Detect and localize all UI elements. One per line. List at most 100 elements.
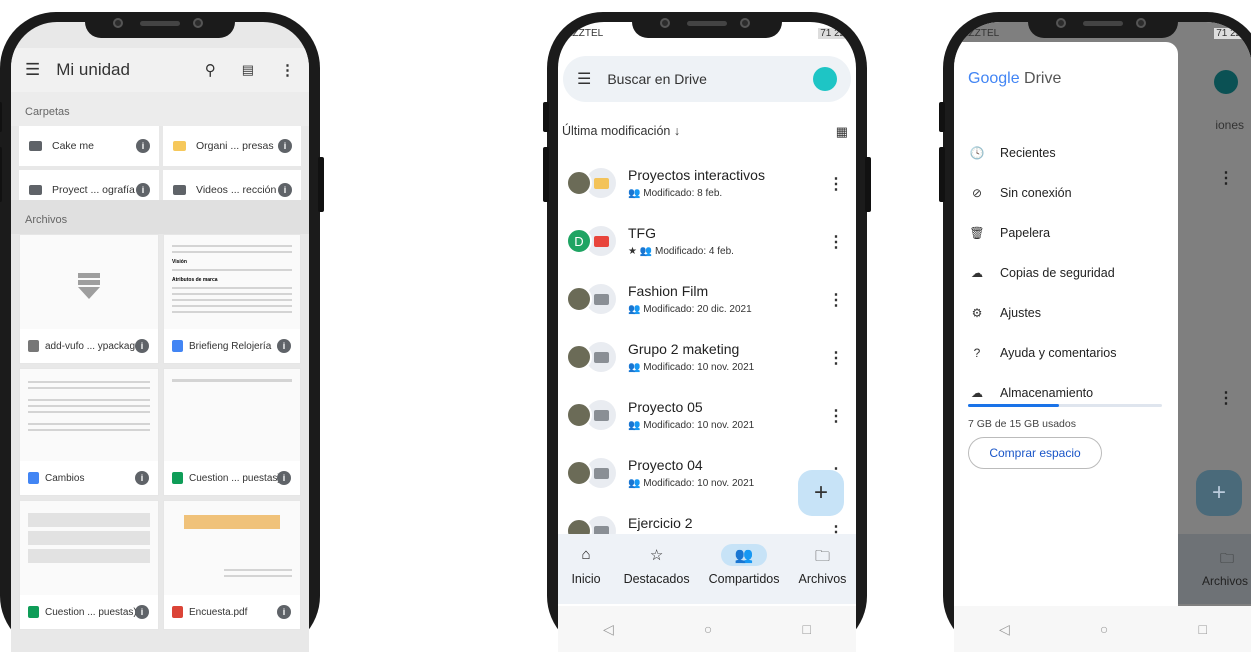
file-card[interactable]: Cambios i	[19, 368, 159, 496]
carrier-label: AZZTEL	[566, 28, 604, 39]
file-list-item[interactable]: Proyectos interactivos 👥 Modificado: 8 fe…	[558, 162, 856, 220]
folder-icon: 🗀	[814, 548, 830, 565]
info-icon[interactable]: i	[277, 471, 291, 485]
file-card[interactable]: Cuestion ... puestas) i	[163, 368, 301, 496]
phone-my-drive: ☰ Mi unidad ⚲ ▤ ⋮ Carpetas Cake me i Orga…	[0, 12, 324, 652]
info-icon[interactable]: i	[278, 183, 292, 197]
file-list-item[interactable]: Fashion Film 👥 Modificado: 20 dic. 2021 ⋮	[558, 278, 856, 336]
info-icon[interactable]: i	[135, 339, 149, 353]
file-card[interactable]: Encuesta.pdf i	[163, 500, 301, 630]
more-vert-icon[interactable]: ⋮	[828, 406, 844, 426]
more-vert-icon[interactable]: ⋮	[828, 348, 844, 368]
drawer-item-settings[interactable]: ⚙ Ajustes	[968, 306, 1041, 320]
item-name: Fashion Film	[628, 283, 709, 299]
info-icon[interactable]: i	[136, 183, 150, 197]
list-view-icon[interactable]: ▤	[242, 62, 254, 78]
system-nav: ◁ ○ □	[954, 606, 1251, 652]
item-modified: Modificado: 10 nov. 2021	[643, 362, 755, 373]
home-circle-icon[interactable]: ○	[1100, 621, 1108, 637]
info-icon[interactable]: i	[277, 339, 291, 353]
buy-storage-button[interactable]: Comprar espacio	[968, 437, 1102, 469]
drawer-item-recents[interactable]: 🕓 Recientes	[968, 146, 1056, 160]
info-icon[interactable]: i	[135, 471, 149, 485]
top-app-bar: ☰ Mi unidad ⚲ ▤ ⋮	[11, 48, 309, 92]
item-modified: Modificado: 4 feb.	[654, 246, 734, 257]
nav-home[interactable]: ⌂ Inicio	[568, 534, 605, 604]
nav-shared[interactable]: 👥 Compartidos	[709, 534, 779, 604]
menu-icon[interactable]: ☰	[25, 60, 40, 80]
folders-header: Carpetas	[11, 92, 309, 126]
search-icon[interactable]: ⚲	[205, 61, 216, 79]
sort-button[interactable]: Última modificación ↓	[562, 124, 680, 140]
star-icon: ★	[628, 246, 640, 257]
back-icon[interactable]: ◁	[603, 621, 614, 638]
file-card[interactable]: Visión Atributos de marca Briefieng Reloj…	[163, 234, 301, 364]
drawer-item-trash[interactable]: 🗑 Papelera	[968, 226, 1050, 240]
carrier-label: AZZTEL	[962, 28, 1000, 39]
nav-files[interactable]: 🗀 Archivos	[799, 534, 847, 604]
search-placeholder: Buscar en Drive	[607, 71, 707, 87]
google-drive-logo: Google Drive	[968, 70, 1062, 87]
more-vert-icon[interactable]: ⋮	[280, 61, 295, 79]
offline-icon: ⊘	[971, 186, 983, 200]
storage-used-text: 7 GB de 15 GB usados	[968, 418, 1076, 430]
more-vert-icon: ⋮	[1218, 390, 1234, 407]
drawer-item-offline[interactable]: ⊘ Sin conexión	[968, 186, 1072, 200]
drawer-item-storage[interactable]: ☁ Almacenamiento	[968, 386, 1093, 400]
folder-icon: 🗀	[1220, 550, 1234, 566]
search-bar[interactable]: ☰ Buscar en Drive	[563, 56, 851, 102]
info-icon[interactable]: i	[136, 139, 150, 153]
clock-icon: 🕓	[969, 146, 985, 160]
recents-icon[interactable]: □	[802, 621, 810, 637]
nav-files-label: Archivos	[1201, 574, 1248, 588]
storage-bar	[968, 404, 1162, 407]
more-vert-icon[interactable]: ⋮	[828, 232, 844, 252]
owner-avatar: D	[566, 228, 592, 254]
shared-icon: 👥	[628, 478, 644, 489]
navigation-drawer: Google Drive 🕓 Recientes ⊘ Sin conexión 🗑 Pap…	[954, 42, 1178, 652]
files-header: Archivos	[11, 200, 309, 234]
grid-view-icon[interactable]: ▦	[836, 124, 848, 140]
owner-avatar	[566, 344, 592, 370]
docs-icon	[172, 340, 183, 352]
bottom-nav: ⌂ Inicio ☆ Destacados 👥 Compartidos 🗀 Archiv…	[558, 534, 856, 604]
info-icon[interactable]: i	[277, 605, 291, 619]
file-card[interactable]: Cuestion ... puestas) i	[19, 500, 159, 630]
more-vert-icon[interactable]: ⋮	[828, 290, 844, 310]
owner-avatar	[566, 460, 592, 486]
back-icon[interactable]: ◁	[999, 621, 1010, 638]
item-name: Proyectos interactivos	[628, 167, 765, 183]
file-list-item[interactable]: Grupo 2 maketing 👥 Modificado: 10 nov. 20…	[558, 336, 856, 394]
package-icon	[78, 273, 100, 305]
file-list-item[interactable]: D TFG ★ 👥 Modificado: 4 feb. ⋮	[558, 220, 856, 278]
folder-icon	[173, 141, 186, 151]
file-card[interactable]: add-vufo ... ypackage i	[19, 234, 159, 364]
folder-chip[interactable]: Organi ... presas i	[163, 126, 301, 166]
people-icon: 👥	[720, 544, 768, 566]
item-name: Proyecto 04	[628, 457, 703, 473]
shared-folder-icon	[29, 141, 42, 151]
folder-chip[interactable]: Cake me i	[19, 126, 159, 166]
shared-icon: 👥	[639, 246, 655, 257]
home-circle-icon[interactable]: ○	[704, 621, 712, 637]
info-icon[interactable]: i	[278, 139, 292, 153]
notch	[85, 12, 235, 38]
owner-avatar	[566, 170, 592, 196]
menu-icon[interactable]: ☰	[577, 69, 591, 89]
info-icon[interactable]: i	[135, 605, 149, 619]
package-file-icon	[28, 340, 39, 352]
shared-icon: 👥	[628, 420, 644, 431]
nav-starred[interactable]: ☆ Destacados	[624, 534, 690, 604]
account-avatar[interactable]	[813, 67, 837, 91]
drawer-item-help[interactable]: ? Ayuda y comentarios	[968, 346, 1117, 360]
system-nav: ◁ ○ □	[558, 606, 856, 652]
cloud-icon: ☁	[971, 386, 983, 400]
more-vert-icon: ⋮	[1218, 170, 1234, 187]
drawer-item-backups[interactable]: ☁ Copias de seguridad	[968, 266, 1115, 280]
recents-icon[interactable]: □	[1198, 621, 1206, 637]
new-fab-button[interactable]: +	[798, 470, 844, 516]
more-vert-icon[interactable]: ⋮	[828, 174, 844, 194]
phone-drawer: iones ⋮ ⋮ + 🗀 Archivos AZZTEL 71 22: Goo…	[939, 12, 1251, 652]
file-list-item[interactable]: Proyecto 05 👥 Modificado: 10 nov. 2021 ⋮	[558, 394, 856, 452]
docs-icon	[28, 472, 39, 484]
